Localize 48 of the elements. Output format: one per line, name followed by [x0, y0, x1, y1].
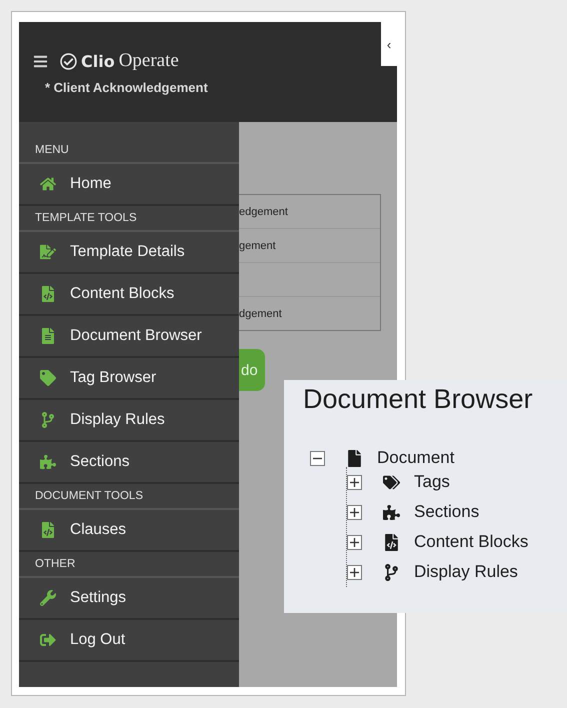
menu-item[interactable]: Clauses: [19, 510, 239, 552]
file-code-icon: [39, 286, 56, 302]
menu-item[interactable]: Tag Browser: [19, 358, 239, 400]
table-row-text: dgement: [239, 306, 283, 322]
section-heading: DOCUMENT TOOLS: [19, 484, 239, 510]
tags-icon: [380, 474, 402, 490]
panel-title: Document Browser: [303, 384, 534, 415]
file-text-icon: [39, 328, 56, 344]
tag-icon: [39, 370, 56, 386]
menu-item[interactable]: Display Rules: [19, 400, 239, 442]
file-signature-icon: [39, 244, 56, 260]
table-row: edgement: [239, 195, 380, 229]
file-code-icon: [39, 522, 56, 538]
logo: Clio Operate: [60, 50, 179, 72]
puzzle-icon: [39, 454, 56, 470]
section-heading: TEMPLATE TOOLS: [19, 206, 239, 232]
expand-toggle[interactable]: [347, 474, 362, 490]
home-icon: [39, 176, 56, 192]
section-heading: OTHER: [19, 552, 239, 578]
expand-toggle[interactable]: [347, 564, 362, 580]
menu-item[interactable]: Sections: [19, 442, 239, 484]
collapse-toggle[interactable]: [310, 450, 325, 466]
tree-label[interactable]: Display Rules: [414, 562, 518, 582]
tree-label[interactable]: Content Blocks: [414, 532, 528, 552]
plus-icon: [350, 538, 359, 546]
menu-item[interactable]: Home: [19, 164, 239, 206]
plus-icon: [350, 478, 359, 486]
tree-label[interactable]: Tags: [414, 472, 450, 492]
puzzle-icon: [380, 504, 402, 520]
menu-item[interactable]: Settings: [19, 578, 239, 620]
menu-item[interactable]: Template Details: [19, 232, 239, 274]
plus-icon: [350, 568, 359, 576]
menu-icon[interactable]: [33, 54, 48, 68]
tree-label[interactable]: Document: [377, 448, 454, 468]
plus-icon: [350, 508, 359, 516]
tree-label[interactable]: Sections: [414, 502, 480, 522]
document-title: * Client Acknowledgement: [45, 80, 209, 95]
menu-item[interactable]: Log Out: [19, 620, 239, 662]
expand-toggle[interactable]: [347, 534, 362, 550]
section-heading: MENU: [19, 138, 239, 164]
menu-item[interactable]: Document Browser: [19, 316, 239, 358]
expand-toggle[interactable]: [347, 504, 362, 520]
collapse-button[interactable]: ‹: [381, 22, 397, 66]
wrench-icon: [39, 590, 56, 606]
logout-icon: [39, 632, 56, 648]
table-row: gement: [239, 229, 380, 263]
branch-icon: [39, 412, 56, 428]
menu-item[interactable]: Content Blocks: [19, 274, 239, 316]
